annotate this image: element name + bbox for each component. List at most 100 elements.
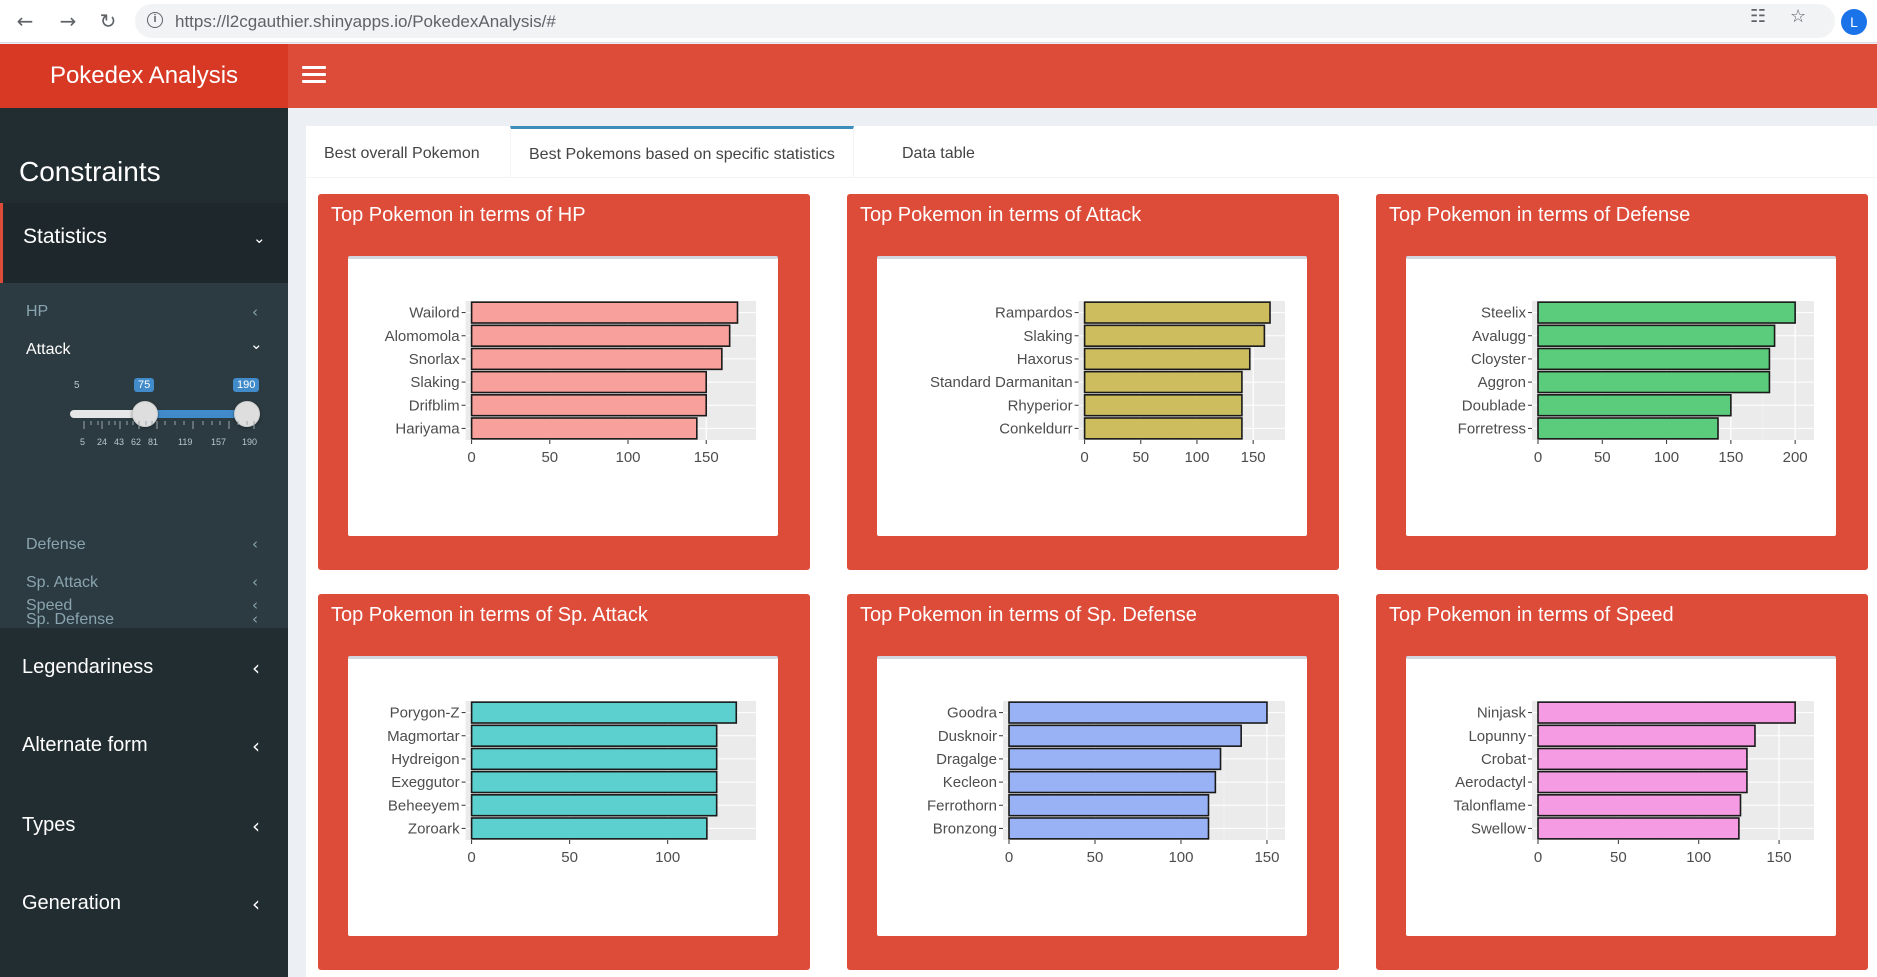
category-label: Beheeyem — [388, 797, 460, 814]
bar — [1008, 794, 1210, 817]
x-tick-label: 50 — [1087, 849, 1104, 866]
x-tick-label: 100 — [1654, 449, 1679, 466]
panel-sp-attack: Top Pokemon in terms of Sp. Attack Poryg… — [318, 594, 810, 970]
app-logo[interactable]: Pokedex Analysis — [0, 44, 288, 108]
panel-sp-defense: Top Pokemon in terms of Sp. Defense Good… — [847, 594, 1339, 970]
bar — [1083, 324, 1266, 347]
category-label: Aggron — [1478, 374, 1526, 391]
bar — [1537, 817, 1740, 840]
bar — [470, 347, 723, 371]
category-label: Porygon-Z — [390, 705, 460, 722]
chevron-left-icon: ‹ — [252, 535, 258, 553]
bar — [1537, 324, 1776, 347]
profile-avatar[interactable]: L — [1841, 9, 1867, 35]
sidebar-item-statistics[interactable]: Statistics ⌄ — [0, 203, 288, 283]
chevron-left-icon: ‹ — [252, 573, 258, 591]
submenu-item-attack[interactable]: Attack — [26, 341, 70, 359]
translate-icon[interactable]: ☷ — [1750, 6, 1766, 27]
info-icon[interactable]: i — [147, 12, 163, 28]
bar — [1537, 747, 1748, 771]
bar — [1083, 417, 1243, 440]
tab-bar: Best overall Pokemon Best Pokemons based… — [306, 126, 1877, 178]
x-tick-label: 100 — [1686, 849, 1711, 866]
hamburger-menu-icon[interactable] — [302, 62, 326, 90]
category-label: Crobat — [1481, 751, 1527, 768]
arrow-left-icon[interactable]: ← — [12, 8, 38, 34]
sidebar: Constraints Statistics ⌄ HP ‹ Attack ⌄ D… — [0, 108, 288, 977]
bar — [470, 770, 718, 794]
bar — [1008, 747, 1222, 771]
tab-data-table[interactable]: Data table — [884, 126, 993, 178]
bar — [1083, 370, 1243, 394]
bar — [1083, 301, 1271, 324]
x-tick-label: 150 — [1254, 849, 1279, 866]
submenu-item-speed[interactable]: Speed — [26, 597, 72, 615]
x-tick-label: 200 — [1783, 449, 1808, 466]
x-tick-label: 100 — [1168, 849, 1193, 866]
x-tick-label: 50 — [541, 449, 558, 466]
chart-sp-attack: Porygon-Z Magmortar Hydreigon Exeggutor Behe… — [348, 656, 778, 936]
bar — [1537, 301, 1796, 324]
chevron-down-icon: ⌄ — [253, 229, 266, 247]
x-tick-label: 100 — [655, 849, 680, 866]
chart-speed: Ninjask Lopunny Crobat Aerodactyl Talonflame… — [1406, 656, 1836, 936]
category-label: Swellow — [1471, 820, 1526, 837]
x-tick-label: 100 — [1184, 449, 1209, 466]
chevron-left-icon: ‹ — [252, 656, 260, 680]
tab-best-overall[interactable]: Best overall Pokemon — [306, 126, 498, 178]
bar — [470, 324, 731, 347]
chevron-left-icon: ‹ — [252, 892, 260, 916]
tab-best-specific[interactable]: Best Pokemons based on specific statisti… — [510, 126, 854, 178]
panel-title: Top Pokemon in terms of Sp. Attack — [331, 604, 648, 626]
category-label: Forretress — [1458, 420, 1526, 437]
bar — [1537, 794, 1742, 817]
sidebar-item-alternate-form[interactable]: Alternate form — [22, 734, 148, 757]
submenu-item-hp[interactable]: HP — [26, 303, 48, 321]
reload-icon[interactable]: ↻ — [95, 8, 121, 34]
category-label: Ninjask — [1477, 705, 1527, 722]
chart-hp: Wailord Alomomola Snorlax Slaking Drifblim Ha… — [348, 256, 778, 536]
x-tick-label: 50 — [1594, 449, 1611, 466]
bar — [470, 817, 708, 840]
chevron-left-icon: ‹ — [252, 303, 258, 321]
x-tick-label: 0 — [467, 449, 475, 466]
bar — [470, 417, 698, 440]
panel-hp: Top Pokemon in terms of HP Wailord Alomom… — [318, 194, 810, 570]
bar — [1537, 770, 1748, 794]
category-label: Kecleon — [943, 774, 997, 791]
arrow-right-icon[interactable]: → — [55, 8, 81, 34]
bar — [470, 394, 708, 417]
bar — [1537, 370, 1771, 394]
url-text[interactable]: https://l2cgauthier.shinyapps.io/Pokedex… — [175, 12, 556, 32]
attack-range-slider[interactable]: 5 75 190 5 24 43 62 81 119 157 190 — [60, 378, 270, 450]
chart-svg: Wailord Alomomola Snorlax Slaking Drifblim Ha… — [385, 301, 756, 466]
app-header: Pokedex Analysis — [0, 44, 1877, 108]
slider-tick-label: 5 — [80, 437, 86, 447]
sidebar-item-legendariness[interactable]: Legendariness — [22, 656, 153, 679]
statistics-submenu: HP ‹ Attack ⌄ Defense ‹ Sp. Attack ‹ Sp.… — [0, 283, 288, 628]
sidebar-item-label: Statistics — [23, 225, 108, 248]
slider-tick-label: 157 — [211, 437, 227, 447]
slider-tick-label: 24 — [97, 437, 108, 447]
category-label: Alomomola — [385, 328, 461, 345]
chart-svg: Goodra Dusknoir Dragalge Kecleon Ferrothorn B… — [927, 701, 1285, 866]
category-label: Exeggutor — [391, 774, 459, 791]
browser-toolbar: ← → ↻ i https://l2cgauthier.shinyapps.io… — [0, 0, 1877, 43]
slider-ticks — [83, 421, 255, 429]
panel-title: Top Pokemon in terms of HP — [331, 204, 586, 226]
bar — [1083, 394, 1243, 417]
category-label: Doublade — [1462, 397, 1526, 414]
category-label: Wailord — [409, 305, 459, 322]
submenu-item-sp-attack[interactable]: Sp. Attack — [26, 574, 98, 592]
category-label: Cloyster — [1471, 351, 1526, 368]
address-bar[interactable]: i https://l2cgauthier.shinyapps.io/Poked… — [135, 4, 1835, 38]
category-label: Lopunny — [1468, 728, 1526, 745]
chevron-left-icon: ‹ — [252, 814, 260, 838]
sidebar-item-generation[interactable]: Generation — [22, 892, 121, 915]
x-tick-label: 0 — [1005, 849, 1013, 866]
x-tick-label: 150 — [1241, 449, 1266, 466]
submenu-item-defense[interactable]: Defense — [26, 536, 86, 554]
category-label: Hydreigon — [391, 751, 459, 768]
sidebar-item-types[interactable]: Types — [22, 814, 75, 837]
star-icon[interactable]: ☆ — [1790, 6, 1806, 27]
